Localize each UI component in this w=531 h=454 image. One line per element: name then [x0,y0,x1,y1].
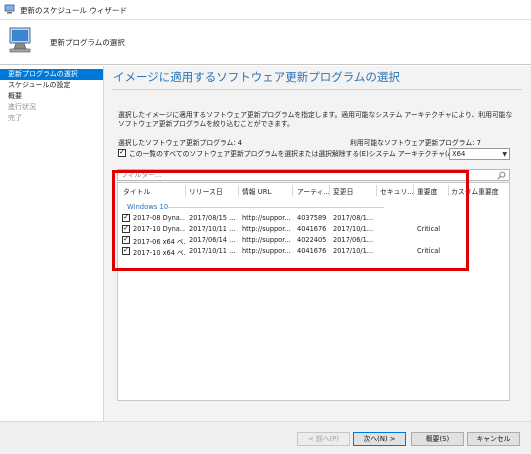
window-title: 更新のスケジュール ウィザード [20,6,127,15]
computer-wizard-icon [9,27,31,53]
back-button[interactable]: < 前へ(P) [297,432,350,446]
cell-release-date: 2017/10/11 ... [189,225,236,233]
architecture-label: システム アーキテクチャ(A): [368,150,458,158]
column-separator[interactable] [238,185,239,196]
available-updates-count: 利用可能なソフトウェア更新プログラム: 7 [350,139,481,147]
row-checkbox[interactable] [122,212,130,222]
select-all-checkbox[interactable] [118,147,126,157]
cell-modified-date: 2017/08/1... [333,214,374,222]
column-separator[interactable] [376,185,377,196]
nav-step-schedule[interactable]: スケジュールの設定 [0,80,103,91]
page-description: 選択したイメージに適用するソフトウェア更新プログラムを指定します。適用可能なシス… [118,111,513,128]
selected-updates-count: 選択したソフトウェア更新プログラム: 4 [118,139,243,147]
cell-modified-date: 2017/10/1... [333,247,374,255]
wizard-content: イメージに適用するソフトウェア更新プログラムの選択 選択したイメージに適用するソ… [103,66,531,421]
architecture-value: X64 [452,150,466,158]
select-all-label: この一覧のすべてのソフトウェア更新プログラムを選択または選択解除する(E) [129,150,369,158]
table-row[interactable]: 2017-10 Dyna... 2017/10/11 ... http://su… [118,223,509,235]
wizard-header: 更新プログラムの選択 [0,20,531,65]
cell-title: 2017-10 Dyna... [133,225,185,233]
column-header-release-date[interactable]: リリース日 [189,186,223,196]
nav-step-summary[interactable]: 概要 [0,91,103,102]
column-separator[interactable] [185,185,186,196]
cell-info-url[interactable]: http://suppor... [242,225,292,233]
cell-info-url[interactable]: http://suppor... [242,236,292,244]
cell-severity: Critical [417,247,441,255]
page-heading: イメージに適用するソフトウェア更新プログラムの選択 [113,70,400,84]
header-title: 更新プログラムの選択 [50,38,125,47]
column-header-custom-severity[interactable]: カスタム重要度 [451,186,499,196]
title-bar: 更新のスケジュール ウィザード [0,0,531,20]
cell-title: 2017-10 x64 ベ... [133,249,185,257]
filter-box[interactable] [117,169,510,181]
cell-release-date: 2017/08/15 ... [189,214,236,222]
cell-info-url[interactable]: http://suppor... [242,214,292,222]
updates-grid[interactable]: タイトル リリース日 情報 URL アーティ... 変更日 セキュリ... 重要… [117,182,510,401]
column-separator[interactable] [329,185,330,196]
chevron-down-icon: ▼ [502,151,507,158]
wizard-steps-nav: 更新プログラムの選択 スケジュールの設定 概要 進行状況 完了 [0,66,103,421]
column-header-info-url[interactable]: 情報 URL [242,186,271,196]
cell-article: 4041676 [297,247,327,255]
computer-icon [4,4,15,14]
cell-article: 4037589 [297,214,327,222]
cell-article: 4022405 [297,236,327,244]
next-button[interactable]: 次へ(N) > [353,432,406,446]
filter-input[interactable] [121,170,481,180]
cell-release-date: 2017/06/14 ... [189,236,236,244]
table-row[interactable]: 2017-06 x64 ベ... 2017/06/14 ... http://s… [118,234,509,246]
cell-modified-date: 2017/06/1... [333,236,374,244]
cell-article: 4041676 [297,225,327,233]
cell-severity: Critical [417,225,441,233]
cell-title: 2017-08 Dyna... [133,214,185,222]
column-separator[interactable] [292,185,293,196]
column-header-modified-date[interactable]: 変更日 [333,186,353,196]
wizard-footer: < 前へ(P) 次へ(N) > 概要(S) キャンセル [0,421,531,454]
architecture-select[interactable]: X64 ▼ [449,148,510,160]
row-checkbox[interactable] [122,223,130,233]
row-checkbox[interactable] [122,245,130,255]
heading-divider [112,89,522,90]
table-row[interactable]: 2017-10 x64 ベ... 2017/10/11 ... http://s… [118,245,509,257]
table-row[interactable]: 2017-08 Dyna... 2017/08/15 ... http://su… [118,212,509,224]
row-checkbox[interactable] [122,234,130,244]
select-all-toggle[interactable]: この一覧のすべてのソフトウェア更新プログラムを選択または選択解除する(E)システ… [118,147,458,158]
column-separator[interactable] [413,185,414,196]
cell-release-date: 2017/10/11 ... [189,247,236,255]
cell-title: 2017-06 x64 ベ... [133,238,185,246]
group-divider [164,207,384,208]
nav-step-select-updates[interactable]: 更新プログラムの選択 [0,69,103,80]
column-header-article[interactable]: アーティ... [297,186,330,196]
column-header-title[interactable]: タイトル [123,186,150,196]
cancel-button[interactable]: キャンセル [467,432,520,446]
search-icon[interactable] [497,171,506,180]
cell-info-url[interactable]: http://suppor... [242,247,292,255]
summary-button[interactable]: 概要(S) [411,432,464,446]
column-separator[interactable] [448,185,449,196]
nav-step-progress: 進行状況 [8,103,36,111]
column-header-security[interactable]: セキュリ... [380,186,414,196]
nav-step-complete: 完了 [8,114,22,122]
cell-modified-date: 2017/10/1... [333,225,374,233]
column-header-severity[interactable]: 重要度 [417,186,437,196]
group-label: Windows 10 [127,203,169,211]
